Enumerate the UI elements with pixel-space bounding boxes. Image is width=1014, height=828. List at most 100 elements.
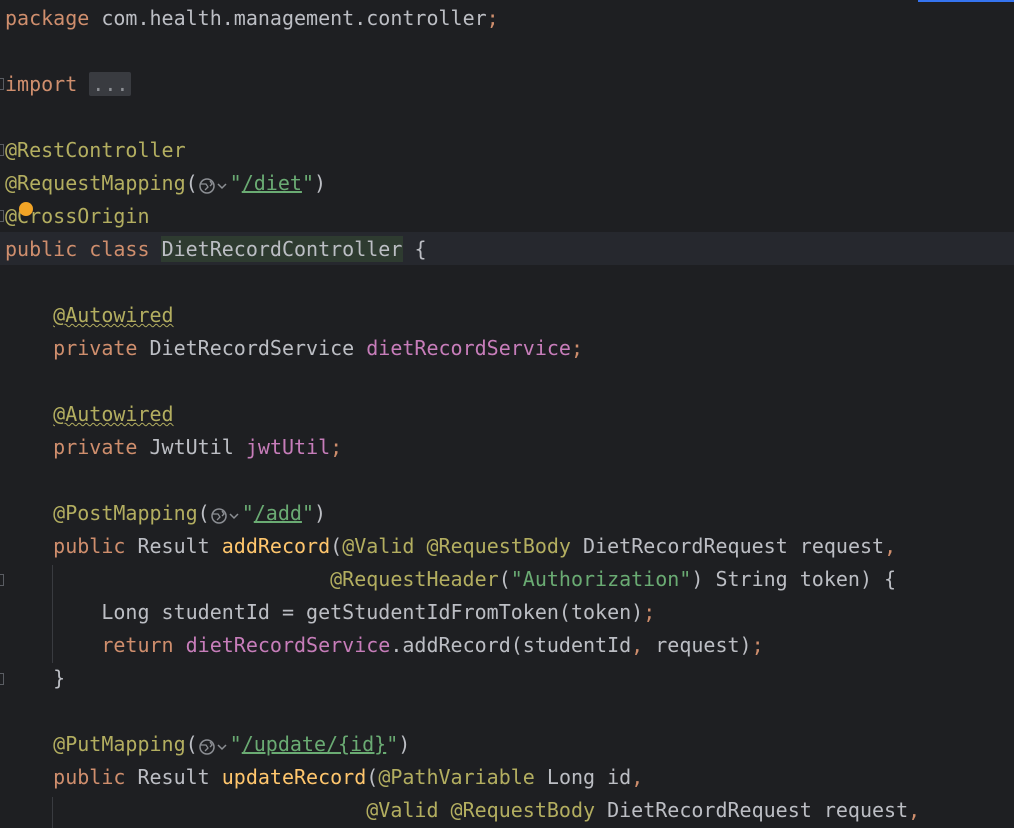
code-line-annotation[interactable]: @Autowired [5,299,173,332]
annotation: @RequestHeader [330,567,499,591]
arguments: (token) [558,600,644,624]
variable-name: studentId [161,600,270,624]
semicolon: ; [751,633,764,657]
quote: " [229,171,242,195]
annotation: @RequestBody [426,534,571,558]
type-name: DietRecordRequest [607,798,812,822]
semicolon: ; [330,435,343,459]
code-line-field[interactable]: private DietRecordService dietRecordServ… [5,332,583,365]
semicolon: ; [570,336,584,360]
comma: , [884,534,897,558]
intention-bulb-icon[interactable] [19,202,33,216]
type-name: Long [546,765,596,789]
paren: ( [197,501,210,525]
paren: ) [313,171,327,195]
code-line-method-signature[interactable]: public Result addRecord(@Valid @RequestB… [5,530,896,563]
quote: " [301,171,314,195]
code-line-statement[interactable]: Long studentId = getStudentIdFromToken(t… [5,596,655,629]
code-line-annotation[interactable]: @RestController [5,134,186,167]
keyword: public [5,237,78,261]
quote: " [241,501,254,525]
paren: ( [366,765,379,789]
fold-marker-icon[interactable] [0,574,4,586]
annotation: @Valid [366,798,439,822]
method-name: addRecord [221,534,331,558]
semicolon: ; [643,600,656,624]
annotation: @PutMapping [53,732,186,756]
brace: { [414,237,427,261]
code-line-put-mapping[interactable]: @PutMapping( "/update/{id}") [5,728,410,761]
code-line-annotation[interactable]: @Autowired [5,398,173,431]
code-line-class-declaration[interactable]: public class DietRecordController { [5,233,426,266]
code-line-return[interactable]: return dietRecordService.addRecord(stude… [5,629,764,662]
annotation: @PostMapping [53,501,198,525]
fold-marker-icon[interactable] [0,673,4,685]
paren: ( [185,171,198,195]
type-name: Result [137,765,210,789]
param-name: id [607,765,632,789]
annotation: @RequestBody [450,798,596,822]
method-call: getStudentIdFromToken [306,600,559,624]
fold-marker-icon[interactable] [0,210,4,222]
quote: " [301,501,314,525]
quote: " [386,732,399,756]
param-name: token [799,567,860,591]
code-line-request-mapping[interactable]: @RequestMapping( "/diet") [5,167,326,200]
comma: , [631,765,644,789]
brace: ) { [859,567,897,591]
annotation-warning[interactable]: @Autowired [53,303,173,327]
code-line-import[interactable]: import ... [5,68,132,101]
code-line-package[interactable]: package com.health.management.controller… [5,2,499,35]
annotation-warning[interactable]: @Autowired [53,402,173,426]
annotation: @Valid [342,534,415,558]
comma: , [908,798,921,822]
package-name: com.health.management.controller [89,6,487,30]
brace: } [53,666,66,690]
keyword: private [53,435,138,459]
paren: ( [330,534,343,558]
annotation: @RequestMapping [5,171,186,195]
type-name: JwtUtil [149,435,234,459]
globe-dropdown-icon[interactable] [210,507,240,525]
folded-imports[interactable]: ... [89,72,132,96]
method-call: .addRecord(studentId [390,633,632,657]
annotation: @RestController [5,138,186,162]
type-name: String [715,567,788,591]
keyword: import [5,72,78,96]
arguments: request) [643,633,752,657]
type-name: Long [101,600,150,624]
code-line-field[interactable]: private JwtUtil jwtUtil; [5,431,342,464]
paren: ) [398,732,411,756]
url-path-link[interactable]: /add [254,501,302,525]
code-line-close-brace[interactable]: } [5,662,65,695]
class-name[interactable]: DietRecordController [160,236,404,262]
type-name: Result [137,534,210,558]
semicolon: ; [486,6,499,30]
type-name: DietRecordRequest [583,534,788,558]
field-name: dietRecordService [185,633,391,657]
keyword: private [53,336,138,360]
param-name: request [823,798,909,822]
field-name: dietRecordService [366,336,571,360]
keyword: public [53,534,126,558]
string-literal: "Authorization" [510,567,692,591]
globe-dropdown-icon[interactable] [198,177,228,195]
code-line-method-params[interactable]: @RequestHeader("Authorization") String t… [5,563,896,596]
operator: = [269,600,307,624]
paren: ) [313,501,327,525]
keyword: public [53,765,126,789]
fold-marker-icon[interactable] [0,78,4,90]
fold-marker-icon[interactable] [0,144,4,156]
code-line-method-signature[interactable]: public Result updateRecord(@PathVariable… [5,761,643,794]
globe-dropdown-icon[interactable] [198,738,228,756]
paren: ( [185,732,198,756]
code-editor[interactable]: package com.health.management.controller… [0,0,1014,828]
comma: , [631,633,644,657]
url-path-link[interactable]: /update/{id} [242,732,387,756]
quote: " [229,732,242,756]
url-path-link[interactable]: /diet [242,171,302,195]
code-line-method-params[interactable]: @Valid @RequestBody DietRecordRequest re… [5,794,920,827]
annotation: @PathVariable [378,765,535,789]
active-tab-indicator [918,0,1014,2]
code-line-post-mapping[interactable]: @PostMapping( "/add") [5,497,326,530]
